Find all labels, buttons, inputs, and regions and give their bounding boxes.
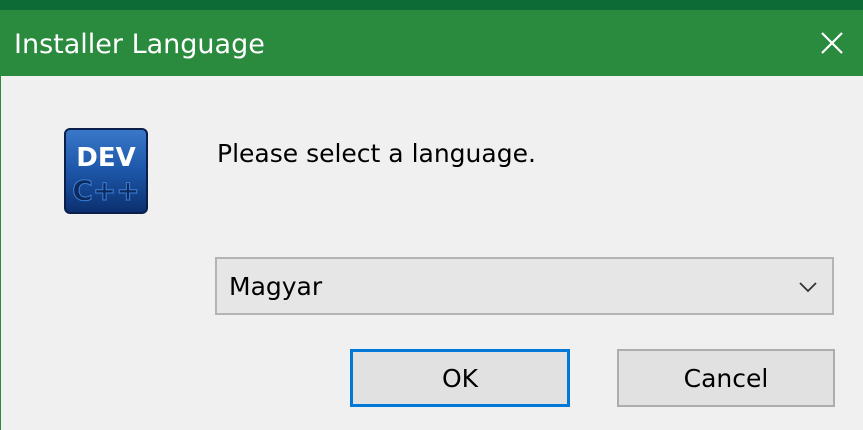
close-button[interactable]: [801, 10, 863, 76]
language-select[interactable]: Magyar: [215, 257, 834, 315]
close-icon: [821, 32, 843, 54]
installer-language-dialog: Installer Language DEV C++ Please select…: [0, 0, 863, 430]
language-prompt: Please select a language.: [217, 139, 536, 168]
cancel-button-label: Cancel: [683, 363, 769, 393]
language-select-value: Magyar: [229, 272, 323, 301]
ok-button-label: OK: [441, 363, 479, 393]
dev-cpp-icon: DEV C++: [64, 128, 148, 214]
background-window-strip: [0, 0, 863, 10]
app-icon-line1: DEV: [76, 143, 135, 173]
ok-button[interactable]: OK: [350, 349, 570, 407]
window-border: [0, 76, 1, 430]
window-title: Installer Language: [14, 29, 265, 60]
title-bar[interactable]: Installer Language: [0, 10, 863, 76]
chevron-down-icon: [799, 282, 817, 293]
cancel-button[interactable]: Cancel: [617, 349, 835, 407]
app-icon-line2: C++: [72, 174, 139, 207]
